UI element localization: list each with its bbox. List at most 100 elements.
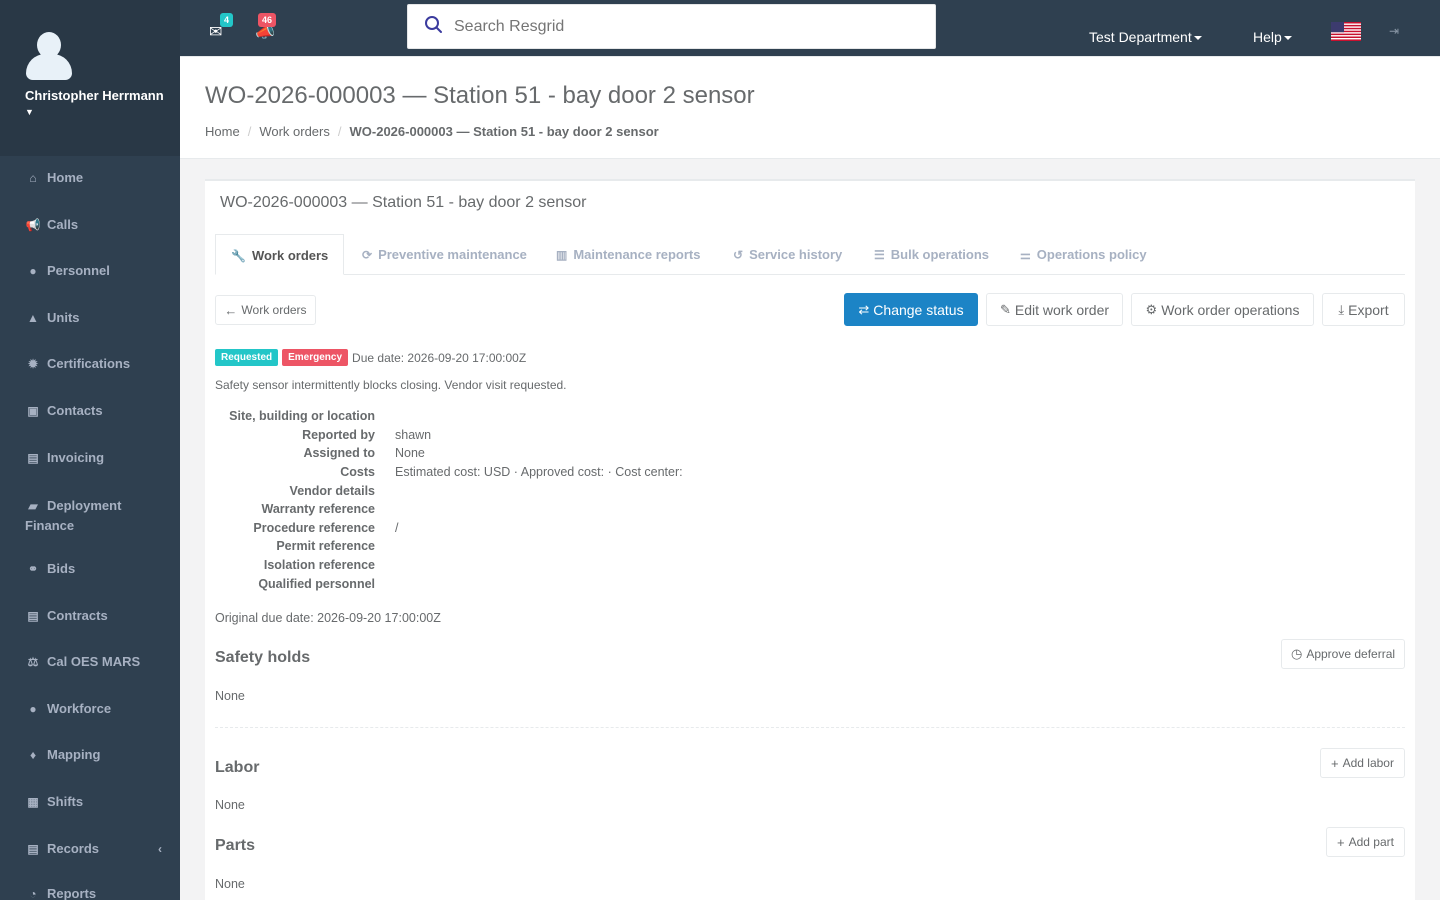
change-status-button[interactable]: ⇄ Change status [844, 293, 978, 326]
profile-panel: Christopher Herrmann ▼ [0, 0, 180, 156]
calendar-icon: ▦ [27, 794, 39, 809]
tab-preventive-maintenance[interactable]: ⟳ Preventive maintenance [362, 234, 527, 275]
labor-empty: None [215, 798, 245, 812]
sidebar-item-label: Reports [47, 886, 97, 900]
profile-name[interactable]: Christopher Herrmann [25, 88, 180, 103]
help-dropdown[interactable]: Help [1253, 29, 1292, 45]
breadcrumb-work-orders[interactable]: Work orders [259, 124, 330, 139]
back-to-work-orders-button[interactable]: ← Work orders [215, 295, 316, 325]
sidebar-item-bids[interactable]: ⚭ Bids [0, 561, 75, 576]
approve-deferral-button[interactable]: ◷ Approve deferral [1281, 639, 1405, 669]
parts-empty: None [215, 877, 245, 891]
detail-label: Costs [340, 465, 375, 480]
detail-row: Vendor details [215, 481, 683, 500]
button-label: Edit work order [1014, 301, 1110, 318]
button-label: Add part [1348, 835, 1394, 849]
caret-down-icon [1283, 36, 1292, 41]
avatar[interactable] [26, 32, 72, 82]
detail-row: Assigned to None [215, 444, 683, 463]
us-flag-icon[interactable] [1331, 22, 1361, 41]
due-date: Due date: 2026-09-20 17:00:00Z [352, 350, 527, 365]
add-labor-button[interactable]: + Add labor [1320, 748, 1405, 778]
tab-service-history[interactable]: ↺ Service history [733, 234, 842, 275]
breadcrumb: Home / Work orders / WO-2026-000003 — Statio… [205, 124, 659, 139]
chart-icon: ◔ [29, 886, 37, 900]
tab-label: Work orders [251, 248, 329, 263]
sidebar-item-shifts[interactable]: ▦ Shifts [0, 794, 83, 809]
department-dropdown[interactable]: Test Department [1089, 29, 1202, 45]
detail-value: shawn [395, 427, 432, 442]
tab-work-orders[interactable]: 🔧 Work orders [215, 234, 345, 275]
home-icon: ⌂ [29, 170, 37, 185]
export-button[interactable]: ⤓ Export [1322, 293, 1405, 326]
button-label: Add labor [1342, 756, 1394, 770]
cogs-icon: ⚙ [1145, 301, 1158, 317]
file-icon: ▤ [27, 450, 39, 465]
tab-label: Preventive maintenance [378, 247, 527, 262]
detail-row: Warranty reference [215, 500, 683, 519]
sidebar-item-contacts[interactable]: ▣ Contacts [0, 403, 102, 418]
top-navbar: ✉ 4 📣 46 Test Department Help ⇥ [180, 0, 1440, 57]
page-title: WO-2026-000003 — Station 51 - bay door 2… [205, 82, 755, 109]
refresh-icon: ⟳ [362, 248, 373, 262]
sidebar-item-label: Cal OES MARS [47, 654, 141, 669]
tabs: 🔧 Work orders ⟳ Preventive maintenance ▥ Ma… [215, 234, 1405, 275]
detail-label: Procedure reference [253, 520, 375, 535]
work-order-operations-button[interactable]: ⚙ Work order operations [1131, 293, 1314, 326]
sidebar-item-personnel[interactable]: ● Personnel [0, 263, 109, 278]
profile-caret-icon[interactable]: ▼ [25, 107, 180, 117]
sidebar-item-label: Records [47, 841, 100, 856]
address-book-icon: ▣ [27, 403, 39, 418]
messages-count-badge: 4 [220, 13, 234, 27]
clock-icon: ◷ [1290, 646, 1303, 661]
pencil-icon: ✎ [999, 301, 1011, 317]
tab-label: Bulk operations [890, 247, 990, 262]
sidebar-item-workforce[interactable]: ● Workforce [0, 701, 111, 716]
breadcrumb-home[interactable]: Home [205, 124, 240, 139]
truck-icon: ▲ [27, 310, 39, 325]
sidebar-item-units[interactable]: ▲ Units [0, 310, 79, 325]
sidebar-item-label: Bids [47, 561, 76, 576]
search-box [407, 4, 936, 49]
plus-icon: + [1331, 755, 1339, 771]
map-marker-icon: ♦ [29, 747, 37, 762]
chevron-left-icon: ‹ [158, 841, 162, 856]
sign-out-icon[interactable]: ⇥ [1389, 24, 1399, 38]
sidebar-item-home[interactable]: ⌂ Home [0, 170, 83, 185]
labor-title: Labor [215, 759, 260, 776]
certificate-icon: ✹ [27, 356, 39, 371]
detail-value: / [395, 520, 399, 535]
sidebar-item-invoicing[interactable]: ▤ Invoicing [0, 450, 104, 465]
tab-maintenance-reports[interactable]: ▥ Maintenance reports [556, 234, 701, 275]
help-label: Help [1253, 29, 1282, 45]
button-label: Export [1348, 301, 1389, 318]
button-label: Approve deferral [1306, 647, 1396, 661]
detail-label: Reported by [302, 427, 375, 442]
file-icon: ▤ [27, 608, 39, 623]
sidebar-item-cal-oes-mars[interactable]: ⚖ Cal OES MARS [0, 654, 141, 669]
detail-label: Vendor details [289, 483, 375, 498]
sidebar: Christopher Herrmann ▼ ⌂ Home 📢 Calls ● Per… [0, 0, 180, 900]
edit-work-order-button[interactable]: ✎ Edit work order [986, 293, 1123, 326]
sidebar-item-calls[interactable]: 📢 Calls [0, 217, 79, 232]
sidebar-item-certifications[interactable]: ✹ Certifications [0, 356, 130, 371]
detail-label: Qualified personnel [258, 576, 375, 591]
detail-value: None [395, 446, 425, 461]
priority-badge: Emergency [282, 349, 349, 366]
download-icon: ⤓ [1338, 301, 1345, 317]
wrench-icon: 🔧 [231, 249, 246, 263]
tab-operations-policy[interactable]: ⚌ Operations policy [1020, 234, 1147, 275]
button-label: Change status [873, 301, 964, 318]
add-part-button[interactable]: + Add part [1326, 827, 1405, 857]
sidebar-item-records[interactable]: ▤ Records ‹ [0, 841, 180, 856]
history-icon: ↺ [733, 248, 744, 262]
sidebar-item-contracts[interactable]: ▤ Contracts [0, 608, 107, 623]
detail-row: Reported by shawn [215, 426, 683, 445]
tab-bulk-operations[interactable]: ☰ Bulk operations [874, 234, 989, 275]
sidebar-item-reports[interactable]: ◔ Reports [0, 886, 96, 900]
safety-holds-title: Safety holds [215, 649, 311, 666]
search-input[interactable] [454, 5, 924, 48]
work-order-description: Safety sensor intermittently blocks clos… [215, 378, 567, 392]
sidebar-item-mapping[interactable]: ♦ Mapping [0, 747, 101, 762]
sidebar-item-deployment-finance[interactable]: ▰ Deployment Finance [0, 496, 150, 535]
